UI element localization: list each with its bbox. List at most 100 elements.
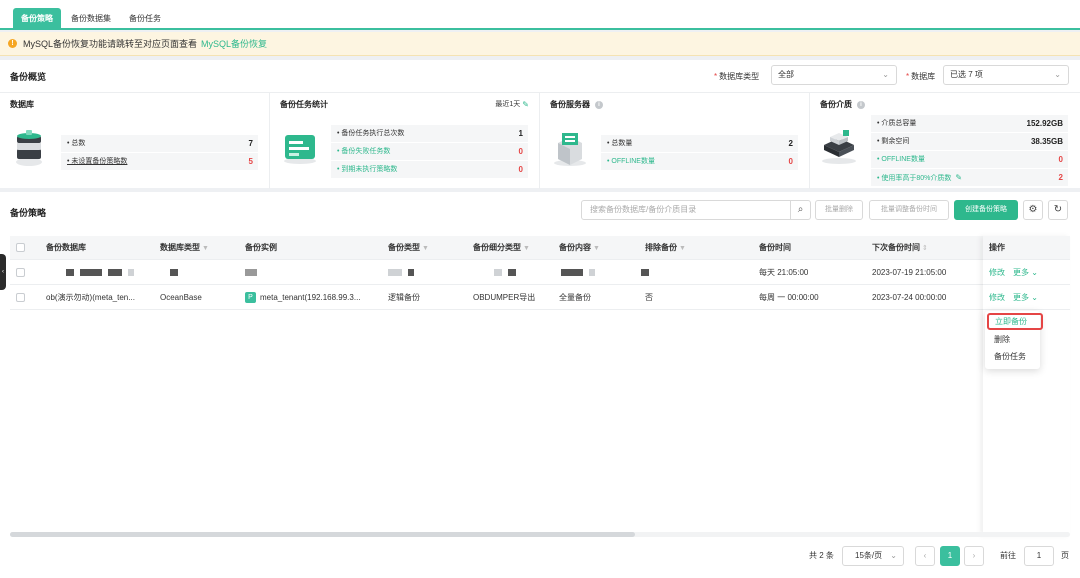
page-number-current[interactable]: 1 bbox=[940, 546, 960, 566]
overview-cards: 数据库 • 总数 7 • 未设置备份策略数 5 备份任务统计 最近1天 ✎ • … bbox=[0, 92, 1080, 189]
select-all-checkbox[interactable] bbox=[16, 243, 25, 252]
table-row: ob(演示勿动)(meta_ten... OceanBase Pmeta_ten… bbox=[10, 285, 1070, 310]
refresh-icon[interactable]: ↻ bbox=[1048, 200, 1068, 220]
col-db-type[interactable]: 数据库类型 ▼ bbox=[160, 236, 209, 260]
tab-backup-dataset[interactable]: 备份数据集 bbox=[63, 8, 119, 30]
task-stats-card: 备份任务统计 最近1天 ✎ • 备份任务执行总次数 1 • 备份失败任务数 0 • 到… bbox=[270, 93, 540, 189]
scrollbar-thumb[interactable] bbox=[10, 532, 635, 537]
database-icon bbox=[16, 130, 42, 166]
next-time-cell: 2023-07-19 21:05:00 bbox=[872, 268, 947, 277]
actions-cell: 修改 更多 ⌄ bbox=[989, 260, 1038, 285]
subtype-cell: OBDUMPER导出 bbox=[473, 293, 536, 302]
batch-delete-button[interactable]: 批量删除 bbox=[815, 200, 863, 220]
warning-icon: ! bbox=[8, 39, 17, 48]
stat-row-media-capacity: • 介质总容量 152.92GB bbox=[871, 115, 1068, 132]
col-content[interactable]: 备份内容 ▼ bbox=[559, 236, 600, 260]
database-card-title: 数据库 bbox=[10, 100, 34, 109]
row-checkbox[interactable] bbox=[16, 268, 25, 277]
redacted-cell bbox=[245, 260, 263, 285]
redacted-cell bbox=[388, 260, 420, 285]
backup-overview-panel: 备份概览 * 数据库类型 全部 ⌄ * 数据库 已选 7 项 ⌄ 数据库 • 总数 7… bbox=[0, 60, 1080, 189]
batch-adjust-time-button[interactable]: 批量调整备份时间 bbox=[869, 200, 949, 220]
search-input[interactable]: 搜索备份数据库/备份介质目录 ⌕ bbox=[581, 200, 811, 220]
db-type-filter-label: * 数据库类型 bbox=[714, 72, 760, 81]
tab-bar: 备份策略 备份数据集 备份任务 bbox=[0, 0, 1080, 30]
db-select[interactable]: 已选 7 项 ⌄ bbox=[943, 65, 1069, 85]
info-icon[interactable]: i bbox=[595, 100, 603, 109]
primary-tag: P bbox=[245, 292, 256, 304]
db-type-select[interactable]: 全部 ⌄ bbox=[771, 65, 897, 85]
stat-row-task-failed[interactable]: • 备份失败任务数 0 bbox=[331, 143, 528, 160]
collapse-handle-icon[interactable]: ‹ bbox=[0, 254, 6, 290]
content-cell: 全量备份 bbox=[559, 293, 591, 302]
stat-row-task-overdue[interactable]: • 到期未执行策略数 0 bbox=[331, 161, 528, 178]
create-strategy-button[interactable]: 创建备份策略 bbox=[954, 200, 1018, 220]
actions-cell: 修改 更多 ⌄ bbox=[989, 285, 1038, 310]
stat-row-no-strategy[interactable]: • 未设置备份策略数 5 bbox=[61, 153, 258, 170]
edit-link[interactable]: 修改 bbox=[989, 268, 1005, 277]
more-menu[interactable]: 更多 ⌄ bbox=[1013, 293, 1038, 302]
table-header: 备份数据库 数据库类型 ▼ 备份实例 备份类型 ▼ 备份细分类型 ▼ 备份内容 ▼ 排除… bbox=[10, 236, 1070, 260]
backup-media-card-title: 备份介质 i bbox=[820, 99, 865, 110]
stat-row-media-free: • 剩余空间 38.35GB bbox=[871, 133, 1068, 150]
db-cell: ob(演示勿动)(meta_ten... bbox=[46, 293, 135, 302]
col-backup-db: 备份数据库 bbox=[46, 243, 86, 252]
filter-icon: ▼ bbox=[523, 245, 530, 252]
stat-row-task-total: • 备份任务执行总次数 1 bbox=[331, 125, 528, 142]
table-row: 每天 21:05:00 2023-07-19 21:05:00 修改 更多 ⌄ bbox=[10, 260, 1070, 285]
edit-link[interactable]: 修改 bbox=[989, 293, 1005, 302]
instance-cell: Pmeta_tenant(192.168.99.3... bbox=[245, 285, 361, 310]
next-time-cell: 2023-07-24 00:00:00 bbox=[872, 293, 947, 302]
more-actions-dropdown: 立即备份 删除 备份任务 bbox=[985, 311, 1043, 369]
strategy-title: 备份策略 bbox=[10, 208, 47, 218]
col-next-time[interactable]: 下次备份时间 ⇕ bbox=[872, 236, 928, 260]
pencil-icon[interactable]: ✎ bbox=[522, 100, 529, 109]
page-unit: 页 bbox=[1061, 551, 1069, 560]
backup-server-card: 备份服务器 i • 总数量 2 • OFFLINE数量 0 bbox=[540, 93, 810, 189]
col-backup-type[interactable]: 备份类型 ▼ bbox=[388, 236, 429, 260]
goto-page-input[interactable]: 1 bbox=[1024, 546, 1054, 566]
redacted-cell bbox=[170, 260, 184, 285]
tab-backup-strategy[interactable]: 备份策略 bbox=[13, 8, 61, 30]
info-icon[interactable]: i bbox=[857, 100, 865, 109]
backup-task-item[interactable]: 备份任务 bbox=[985, 348, 1040, 365]
page-size-select[interactable]: 15条/页 ⌄ bbox=[842, 546, 904, 566]
stat-row-server-total: • 总数量 2 bbox=[601, 135, 798, 152]
col-exclude[interactable]: 排除备份 ▼ bbox=[645, 236, 686, 260]
filter-icon: ▼ bbox=[679, 245, 686, 252]
recent-period-toggle[interactable]: 最近1天 ✎ bbox=[495, 99, 529, 109]
mysql-restore-link[interactable]: MySQL备份恢复 bbox=[201, 37, 267, 50]
gear-icon[interactable]: ⚙ bbox=[1023, 200, 1043, 220]
horizontal-scrollbar[interactable] bbox=[10, 532, 1070, 537]
pencil-icon[interactable]: ✎ bbox=[955, 173, 962, 182]
backup-now-item[interactable]: 立即备份 bbox=[987, 313, 1043, 330]
prev-page-button[interactable]: ‹ bbox=[915, 546, 935, 566]
col-schedule: 备份时间 bbox=[759, 243, 791, 252]
col-actions: 操作 bbox=[989, 243, 1005, 252]
info-alert: ! MySQL备份恢复功能请跳转至对应页面查看 MySQL备份恢复 bbox=[0, 32, 1080, 56]
more-menu[interactable]: 更多 ⌄ bbox=[1013, 268, 1038, 277]
chevron-down-icon: ⌄ bbox=[1054, 70, 1061, 79]
tab-backup-task[interactable]: 备份任务 bbox=[121, 8, 169, 30]
redacted-cell bbox=[561, 260, 601, 285]
delete-item[interactable]: 删除 bbox=[985, 331, 1040, 348]
storage-media-icon bbox=[822, 130, 856, 164]
search-icon[interactable]: ⌕ bbox=[790, 201, 810, 219]
next-page-button[interactable]: › bbox=[964, 546, 984, 566]
filter-icon: ▼ bbox=[202, 245, 209, 252]
strategy-table: 备份数据库 数据库类型 ▼ 备份实例 备份类型 ▼ 备份细分类型 ▼ 备份内容 ▼ 排除… bbox=[10, 236, 1070, 536]
server-icon bbox=[554, 133, 586, 166]
schedule-cell: 每周 一 00:00:00 bbox=[759, 293, 819, 302]
stat-row-media-high-usage[interactable]: • 使用率高于80%介质数 ✎ 2 bbox=[871, 169, 1068, 186]
stat-row-media-offline[interactable]: • OFFLINE数量 0 bbox=[871, 151, 1068, 168]
schedule-cell: 每天 21:05:00 bbox=[759, 268, 809, 277]
col-subtype[interactable]: 备份细分类型 ▼ bbox=[473, 236, 530, 260]
backup-server-card-title: 备份服务器 i bbox=[550, 99, 603, 110]
redacted-cell bbox=[494, 260, 522, 285]
chevron-down-icon: ⌄ bbox=[882, 70, 889, 79]
redacted-cell bbox=[66, 260, 140, 285]
stat-row-server-offline[interactable]: • OFFLINE数量 0 bbox=[601, 153, 798, 170]
chevron-down-icon: ⌄ bbox=[1029, 268, 1038, 277]
chevron-down-icon: ⌄ bbox=[1029, 293, 1038, 302]
row-checkbox[interactable] bbox=[16, 293, 25, 302]
